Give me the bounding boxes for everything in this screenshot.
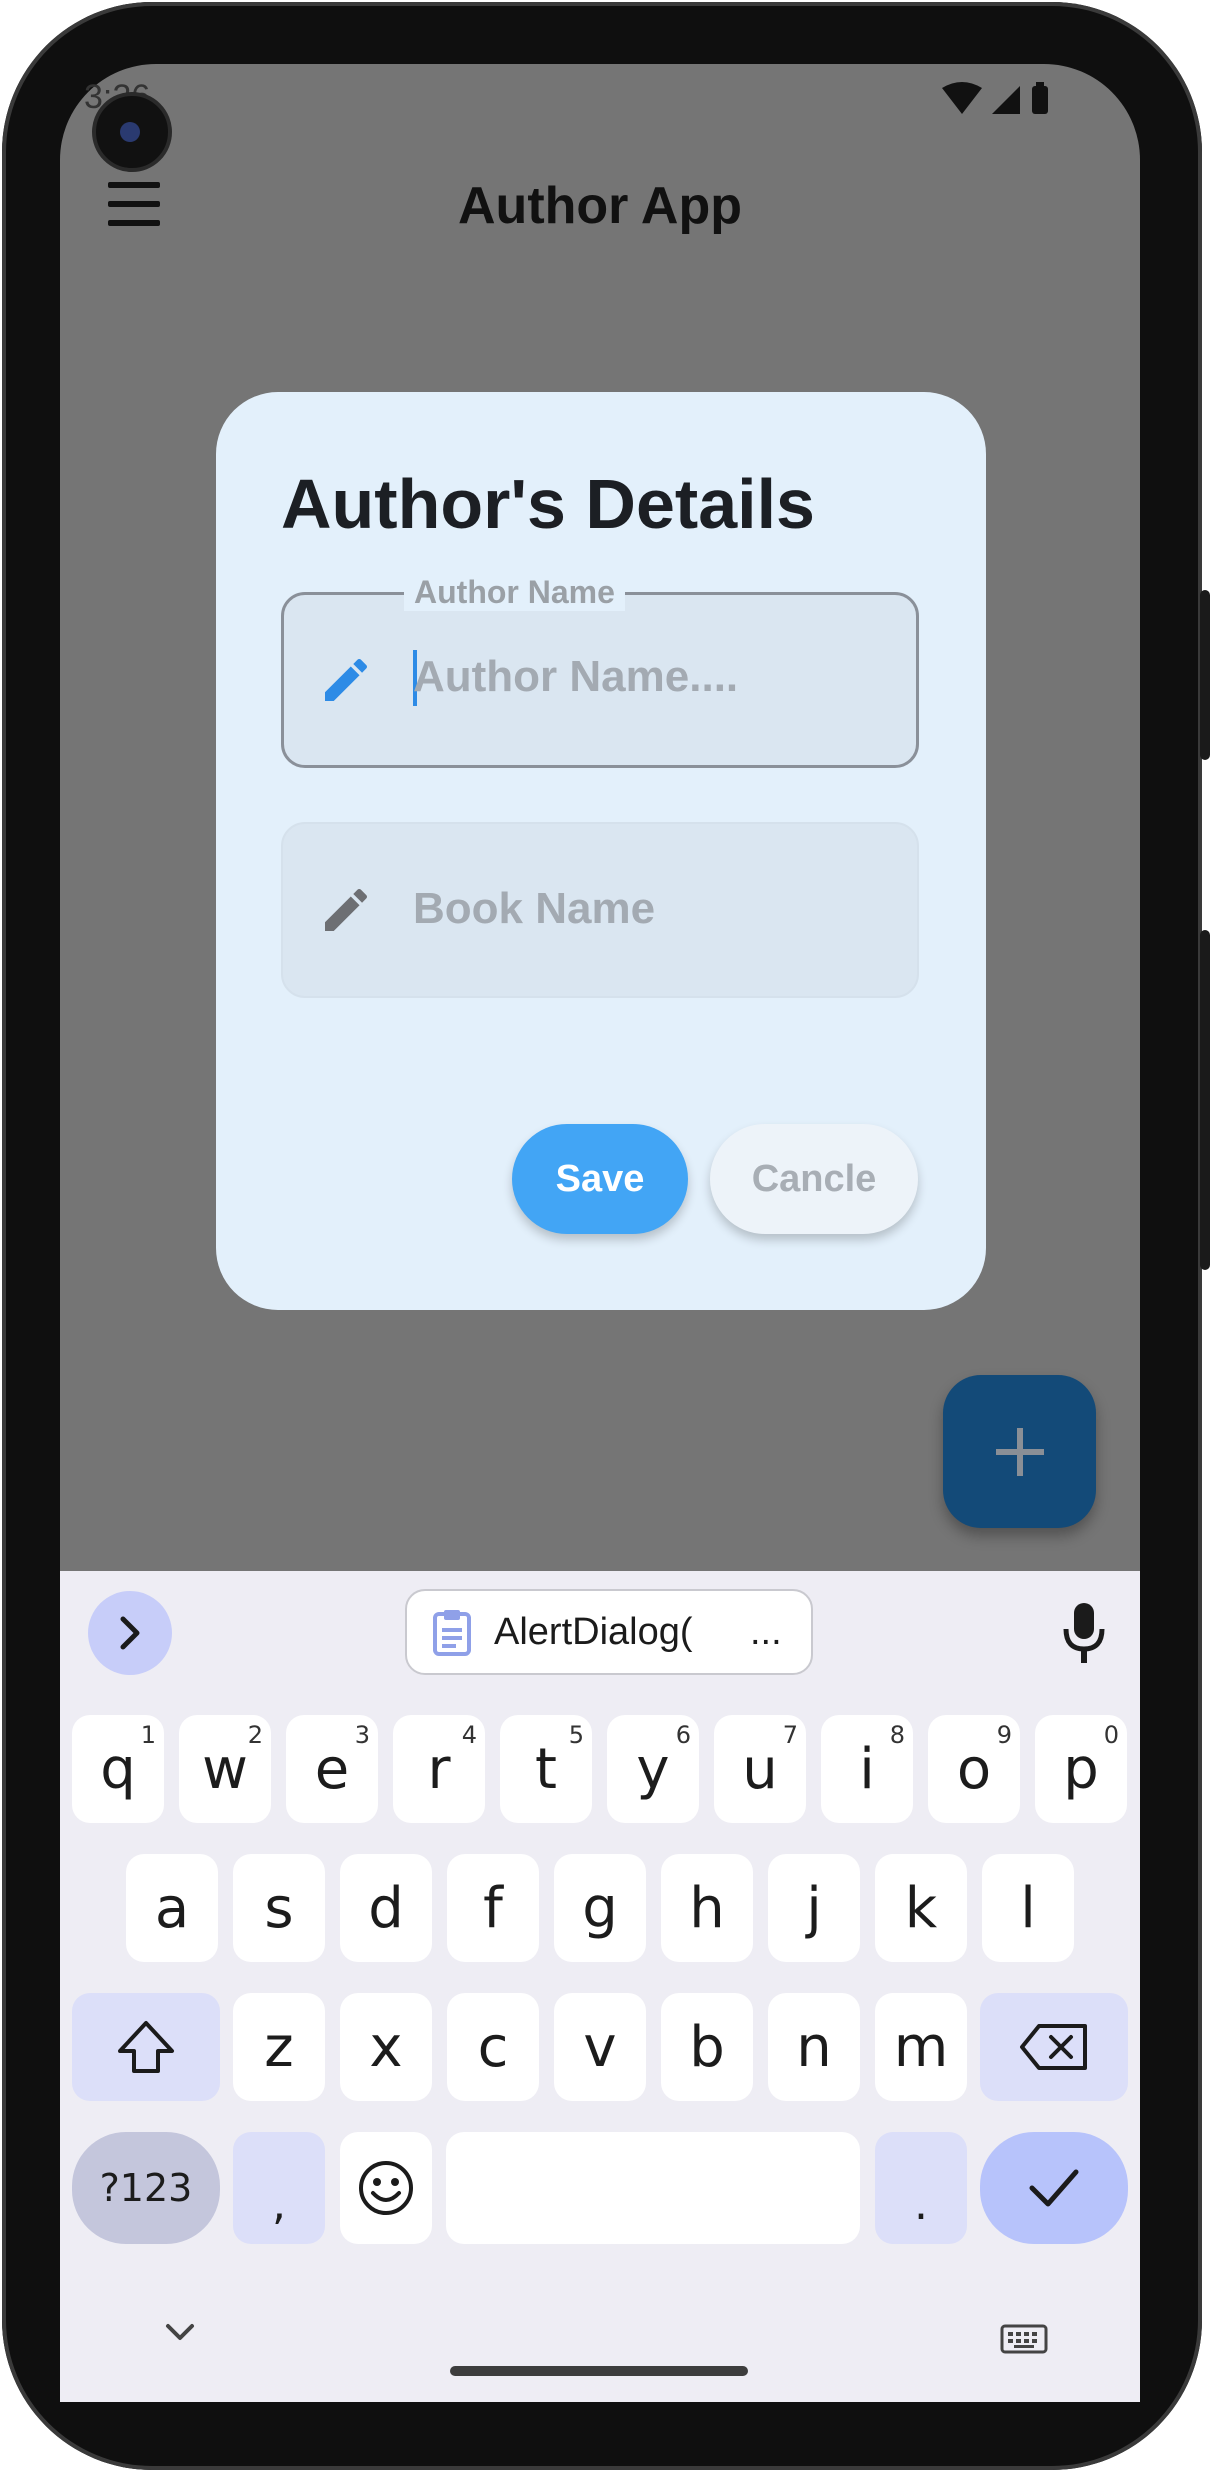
power-button — [1200, 930, 1210, 1270]
key-f[interactable]: f — [447, 1854, 539, 1962]
key-l[interactable]: l — [982, 1854, 1074, 1962]
pencil-icon — [325, 658, 368, 701]
save-button[interactable]: Save — [512, 1124, 688, 1234]
add-author-fab[interactable] — [943, 1375, 1096, 1528]
key-b[interactable]: b — [661, 1993, 753, 2101]
period-key[interactable]: . — [875, 2132, 967, 2244]
key-x[interactable]: x — [340, 1993, 432, 2101]
chevron-down-icon[interactable] — [160, 2320, 200, 2344]
key-d[interactable]: d — [340, 1854, 432, 1962]
key-v[interactable]: v — [554, 1993, 646, 2101]
space-key[interactable] — [446, 2132, 860, 2244]
clipboard-more: ... — [750, 1611, 782, 1653]
shift-icon — [118, 2021, 174, 2073]
book-name-placeholder[interactable]: Book Name — [413, 884, 655, 934]
key-s[interactable]: s — [233, 1854, 325, 1962]
key-r[interactable]: r4 — [393, 1715, 485, 1823]
status-icons — [942, 82, 1048, 114]
key-y[interactable]: y6 — [607, 1715, 699, 1823]
key-n[interactable]: n — [768, 1993, 860, 2101]
mic-icon[interactable] — [1058, 1601, 1110, 1665]
clipboard-icon — [433, 1610, 471, 1656]
chevron-right-icon — [120, 1616, 140, 1650]
symbols-key[interactable]: ?123 — [72, 2132, 220, 2244]
home-indicator[interactable] — [450, 2366, 748, 2376]
backspace-icon — [1020, 2024, 1087, 2070]
menu-icon[interactable] — [108, 182, 164, 228]
app-title: Author App — [458, 177, 742, 235]
comma-key[interactable]: , — [233, 2132, 325, 2244]
battery-icon — [1032, 86, 1048, 114]
shift-key[interactable] — [72, 1993, 220, 2101]
soft-keyboard — [60, 1571, 1140, 2402]
key-u[interactable]: u7 — [714, 1715, 806, 1823]
clipboard-suggestion-text: AlertDialog( — [494, 1611, 693, 1653]
key-o[interactable]: o9 — [928, 1715, 1020, 1823]
key-z[interactable]: z — [233, 1993, 325, 2101]
keyboard-icon[interactable] — [1000, 2324, 1048, 2354]
emoji-icon — [359, 2161, 413, 2215]
key-c[interactable]: c — [447, 1993, 539, 2101]
key-p[interactable]: p0 — [1035, 1715, 1127, 1823]
author-name-label: Author Name — [404, 574, 625, 611]
wifi-icon — [942, 82, 982, 114]
pencil-icon — [325, 888, 368, 931]
emoji-key[interactable] — [340, 2132, 432, 2244]
key-e[interactable]: e3 — [286, 1715, 378, 1823]
key-m[interactable]: m — [875, 1993, 967, 2101]
key-i[interactable]: i8 — [821, 1715, 913, 1823]
author-name-placeholder[interactable]: Author Name.... — [413, 652, 738, 702]
key-h[interactable]: h — [661, 1854, 753, 1962]
dialog-title: Author's Details — [281, 465, 815, 543]
key-q[interactable]: q1 — [72, 1715, 164, 1823]
cancel-button[interactable]: Cancle — [710, 1124, 918, 1234]
add-icon — [995, 1427, 1044, 1476]
camera-lens — [120, 122, 140, 142]
key-t[interactable]: t5 — [500, 1715, 592, 1823]
key-w[interactable]: w2 — [179, 1715, 271, 1823]
keyboard-toolbar-expand[interactable] — [88, 1591, 172, 1675]
volume-button — [1200, 590, 1210, 760]
key-a[interactable]: a — [126, 1854, 218, 1962]
cellular-icon — [992, 86, 1020, 114]
key-j[interactable]: j — [768, 1854, 860, 1962]
backspace-key[interactable] — [980, 1993, 1128, 2101]
key-g[interactable]: g — [554, 1854, 646, 1962]
enter-key[interactable] — [980, 2132, 1128, 2244]
check-icon — [1029, 2169, 1079, 2207]
key-k[interactable]: k — [875, 1854, 967, 1962]
